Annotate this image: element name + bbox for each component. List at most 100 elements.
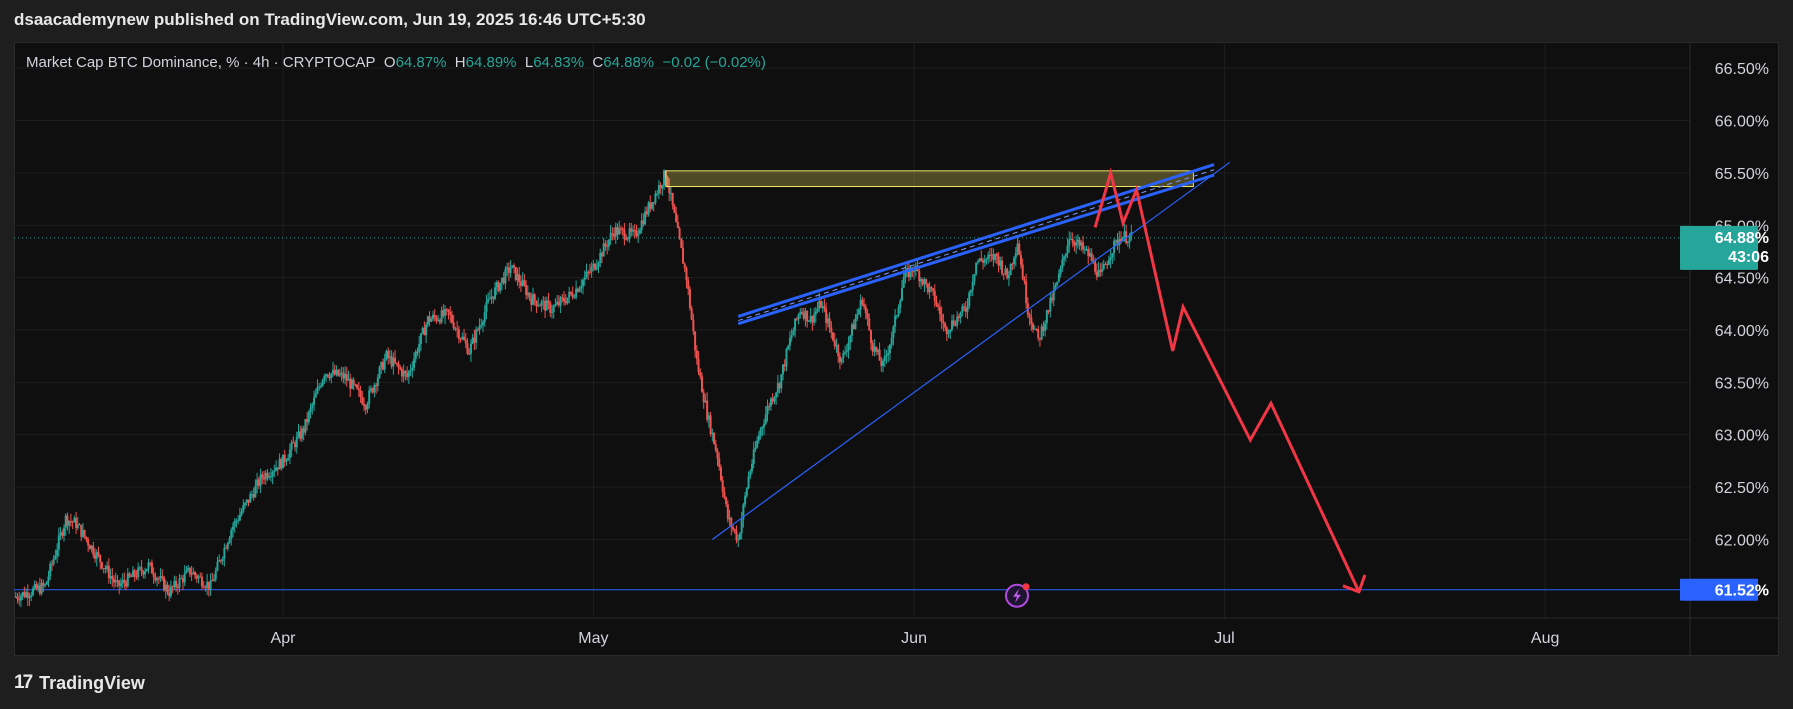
candle-body	[585, 271, 588, 277]
candle-body	[995, 253, 998, 257]
candle-body	[183, 572, 186, 583]
candle-body	[264, 472, 267, 480]
candle-body	[194, 572, 197, 576]
candle-body	[1080, 242, 1083, 246]
candle-body	[763, 423, 766, 427]
candle-body	[680, 238, 683, 248]
candle-body	[235, 520, 238, 522]
candle-body	[807, 320, 810, 322]
candle-body	[252, 494, 255, 498]
candle-body	[230, 530, 233, 539]
symbol-title[interactable]: Market Cap BTC Dominance, % · 4h · CRYPT…	[26, 54, 376, 71]
candle-body	[364, 405, 367, 410]
price-chart[interactable]: 66.50%66.00%65.50%65.00%64.50%64.00%63.5…	[0, 0, 1793, 709]
candle-body	[257, 479, 260, 486]
candle-body	[128, 573, 131, 577]
candle-body	[407, 371, 410, 378]
candle-body	[988, 254, 991, 256]
candle-body	[369, 388, 372, 391]
candle-body	[956, 316, 959, 326]
candle-body	[1035, 328, 1038, 330]
candle-body	[619, 228, 622, 230]
candle-body	[894, 315, 897, 327]
candle-body	[87, 539, 90, 546]
candle-body	[133, 570, 136, 577]
brand-name: TradingView	[39, 672, 145, 693]
candle-body	[837, 344, 840, 357]
candle-body	[19, 595, 22, 601]
candle-body	[719, 467, 722, 481]
candle-body	[121, 579, 124, 584]
candle-body	[552, 306, 555, 313]
candle-body	[626, 237, 629, 240]
candle-body	[109, 576, 112, 579]
candle-body	[197, 576, 200, 579]
candle-body	[1044, 323, 1047, 331]
candle-body	[31, 588, 34, 596]
candle-body	[702, 392, 705, 403]
candle-body	[888, 344, 891, 354]
candle-body	[663, 170, 666, 186]
candle-body	[416, 351, 419, 353]
candle-body	[199, 576, 202, 578]
candle-body	[809, 316, 812, 321]
candle-body	[394, 357, 397, 363]
candle-body	[145, 568, 148, 572]
candle-body	[728, 517, 731, 520]
candle-body	[623, 229, 626, 240]
candle-body	[475, 329, 478, 343]
candle-body	[454, 328, 457, 330]
candle-body	[876, 349, 879, 352]
candle-body	[683, 263, 686, 268]
candle-body	[326, 374, 329, 377]
candle-body	[985, 258, 988, 260]
candle-body	[461, 336, 464, 339]
candle-body	[694, 331, 697, 351]
candle-body	[94, 554, 97, 559]
candle-body	[380, 362, 383, 368]
candle-body	[752, 449, 755, 464]
candle-body	[861, 299, 864, 305]
candle-body	[292, 442, 295, 444]
candle-body	[764, 414, 767, 424]
candle-body	[81, 530, 84, 537]
candle-body	[566, 297, 569, 304]
candle-body	[147, 562, 150, 569]
candle-body	[59, 532, 62, 536]
candle-body	[69, 520, 72, 522]
candle-body	[697, 359, 700, 372]
candle-body	[1006, 268, 1009, 279]
candle-body	[1049, 297, 1052, 312]
candle-body	[1123, 231, 1126, 238]
candle-body	[268, 476, 271, 478]
channel-lower-line	[737, 173, 1215, 326]
candle-body	[269, 476, 272, 478]
candle-body	[1095, 271, 1098, 277]
candle-body	[766, 406, 769, 415]
candle-body	[723, 491, 726, 498]
candle-body	[690, 307, 693, 320]
candle-body	[754, 447, 757, 450]
candle-body	[325, 374, 328, 377]
candle-body	[971, 281, 974, 291]
candle-body	[544, 300, 547, 311]
candle-body	[368, 390, 371, 405]
candle-body	[738, 533, 741, 540]
footer-brand[interactable]: 17 TradingView	[14, 672, 145, 694]
candle-body	[250, 494, 253, 496]
tradingview-logo-icon: 17	[14, 672, 33, 693]
candle-body	[100, 562, 103, 569]
candle-body	[435, 317, 438, 321]
candle-body	[937, 305, 940, 308]
candle-body	[519, 282, 522, 286]
candle-body	[213, 579, 216, 581]
candle-body	[828, 318, 831, 328]
candle-body	[575, 288, 578, 298]
candle-body	[818, 300, 821, 309]
candle-body	[590, 266, 593, 272]
candle-body	[863, 304, 866, 307]
candle-body	[1111, 253, 1114, 258]
candle-body	[1087, 249, 1090, 257]
candle-body	[1057, 274, 1060, 282]
candle-body	[1047, 310, 1050, 312]
